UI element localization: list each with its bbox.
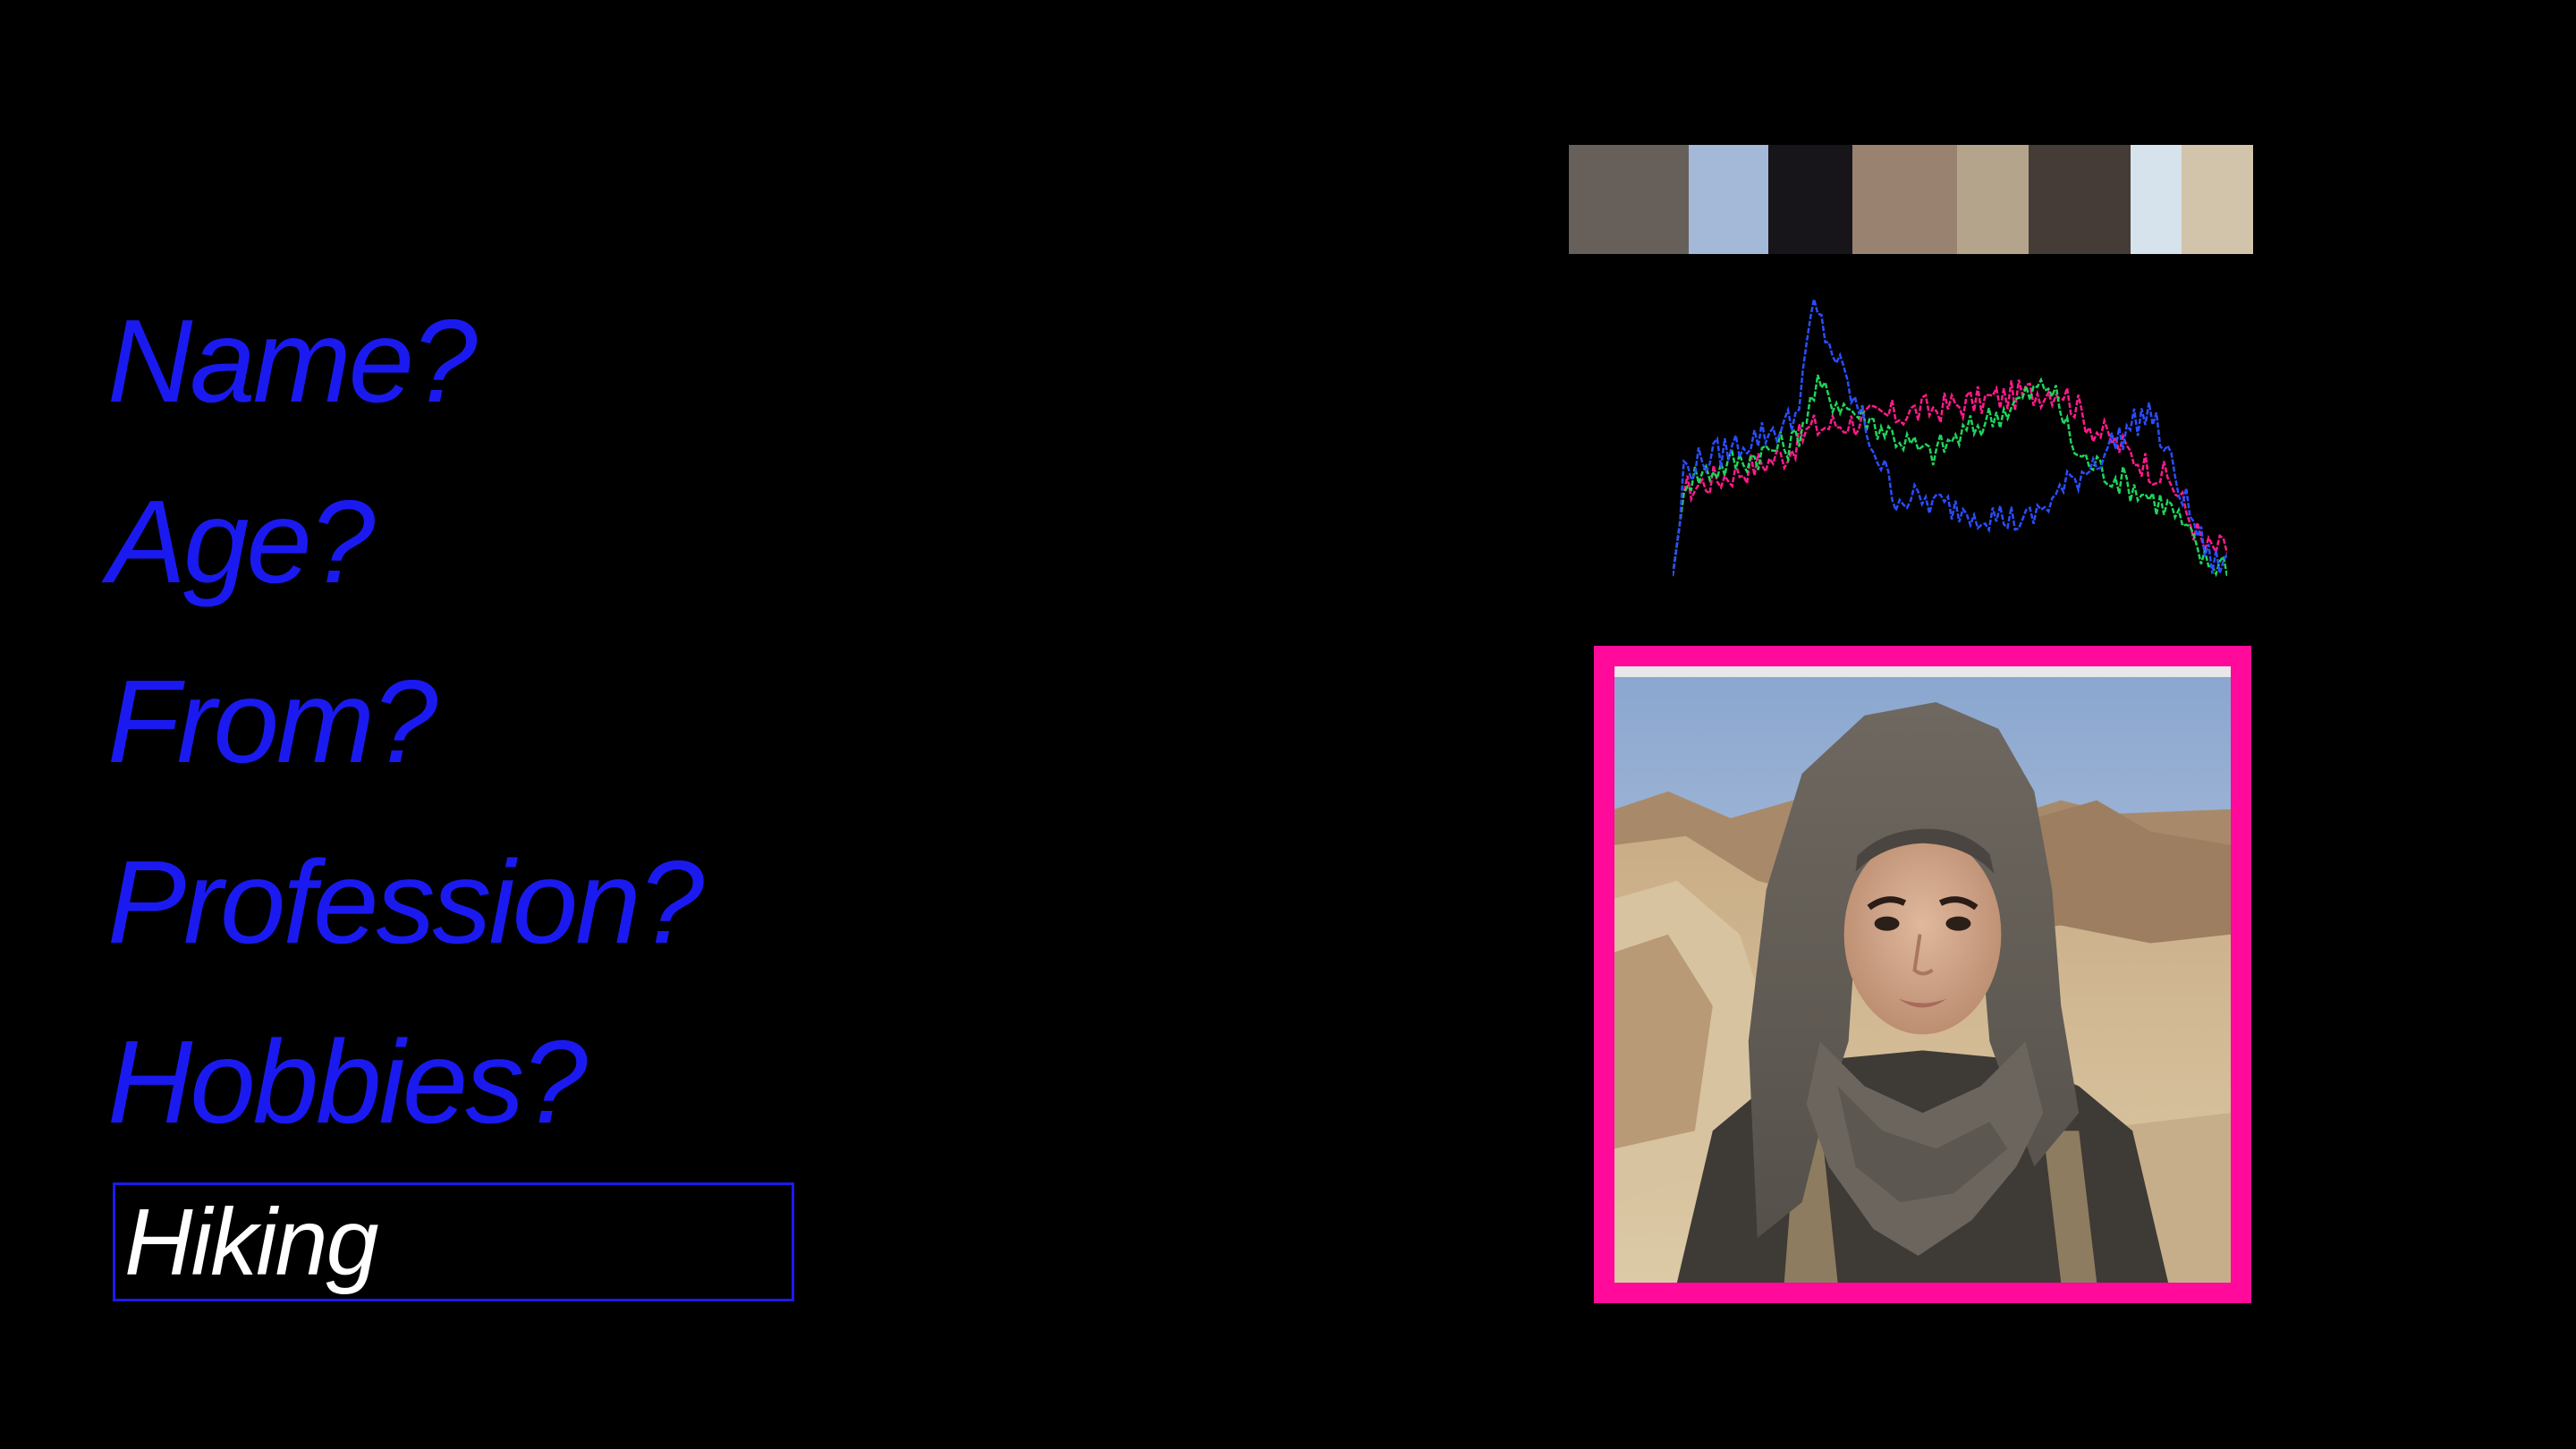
portrait-frame [1594,646,2251,1303]
palette-swatch [1956,145,2029,254]
palette-swatch [1767,145,1853,254]
question-age: Age? [107,476,375,607]
palette-swatch [2029,145,2131,254]
palette-swatch [1852,145,1957,254]
color-histogram [1673,299,2227,578]
palette-swatch [2131,145,2182,254]
palette-swatch [1688,145,1768,254]
palette-swatch [2182,145,2253,254]
question-from: From? [107,656,437,787]
palette-swatch [1569,145,1689,254]
stage: Name? Age? From? Profession? Hobbies? Hi… [0,0,2576,1449]
histogram-blue-line [1673,299,2227,577]
question-name: Name? [107,295,478,427]
hobbies-answer-text: Hiking [124,1189,379,1295]
question-hobbies: Hobbies? [107,1016,588,1148]
question-profession: Profession? [107,836,704,968]
color-palette [1569,145,2253,254]
portrait-photo-icon [1614,666,2231,1283]
histogram-red-line [1673,379,2227,577]
hobbies-answer-field[interactable]: Hiking [113,1182,794,1301]
